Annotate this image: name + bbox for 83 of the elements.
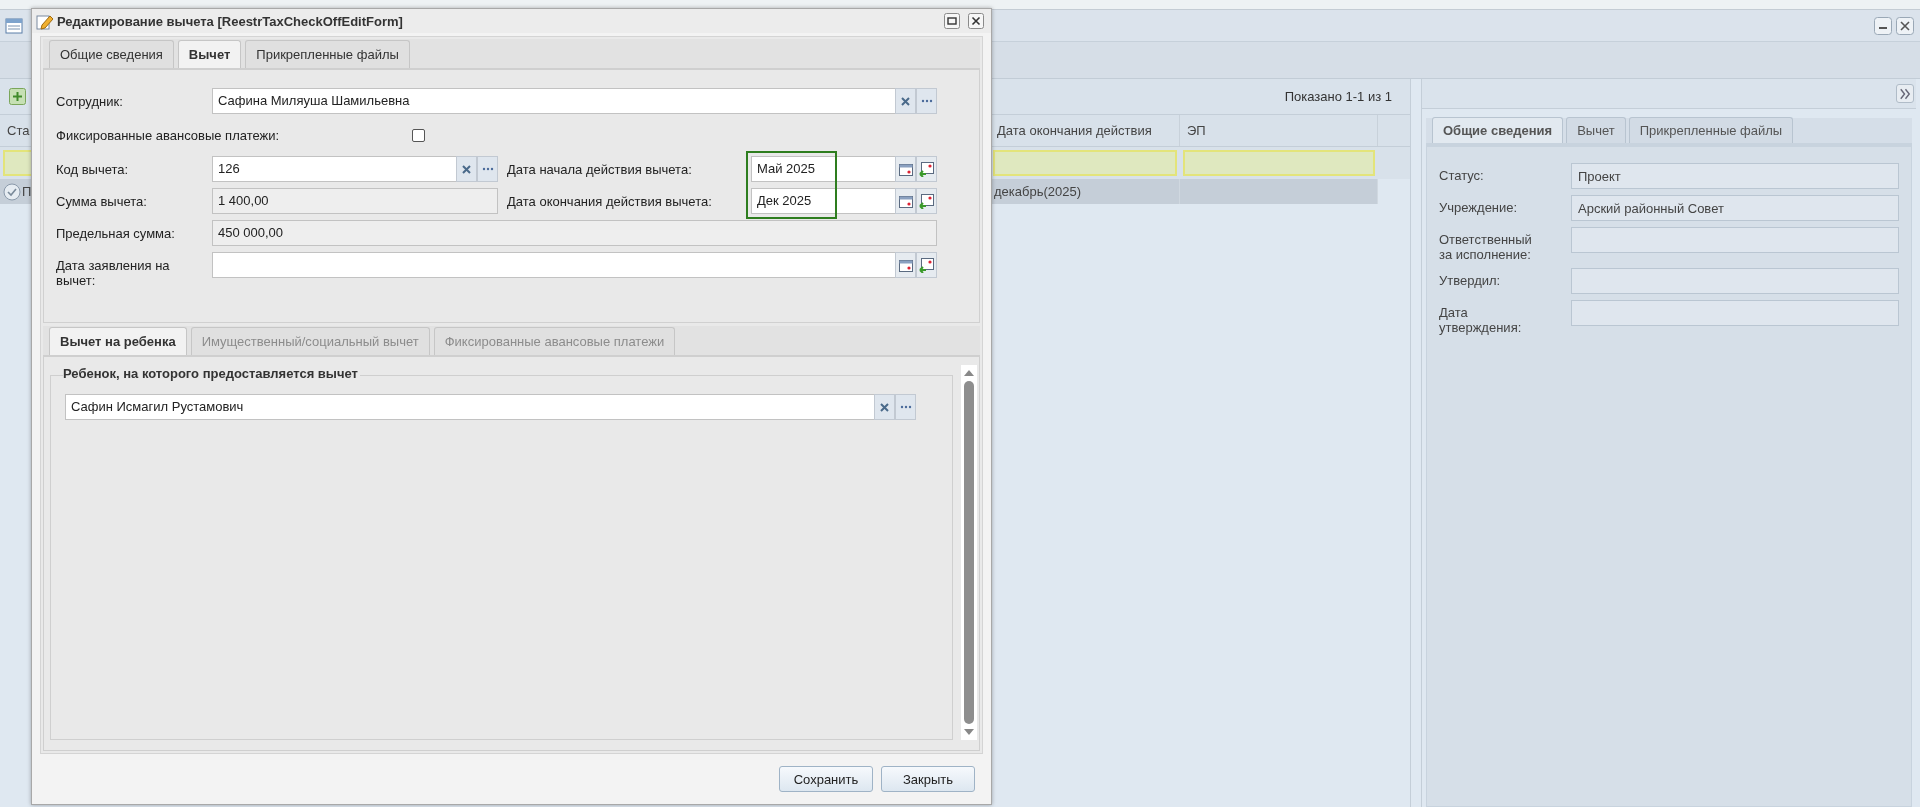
column-header[interactable]: ЭП — [1180, 115, 1378, 146]
clear-button[interactable] — [874, 394, 895, 420]
text-field[interactable] — [1571, 300, 1899, 326]
filter-field[interactable] — [993, 150, 1177, 176]
more-icon — [899, 405, 912, 409]
field-label: Предельная сумма: — [56, 225, 176, 243]
field-label: Дата утверждения: — [1439, 304, 1523, 335]
scrollbar[interactable] — [961, 365, 977, 740]
tab: Имущественный/социальный вычет — [190, 327, 430, 355]
table-cell: П — [22, 184, 32, 199]
tab[interactable]: Вычет — [177, 40, 242, 68]
tab[interactable]: Вычет на ребенка — [49, 327, 187, 355]
more-icon — [481, 167, 494, 171]
window-title: Редактирование вычета [ReestrTaxCheckOffEditForm] — [57, 13, 403, 29]
calendar-icon — [898, 194, 913, 208]
close-icon — [968, 13, 984, 29]
filter-field[interactable] — [1183, 150, 1375, 176]
close-button[interactable] — [1895, 15, 1915, 36]
text-field[interactable]: Сафина Миляуша Шамильевна — [212, 88, 895, 114]
text-field[interactable]: Дек 2025 — [751, 188, 895, 214]
calendar-button[interactable] — [895, 156, 916, 182]
text-field[interactable] — [212, 252, 895, 278]
dialog-button[interactable]: Закрыть — [881, 766, 975, 792]
tab[interactable]: Прикрепленные файлы — [1628, 117, 1794, 143]
scrollbar-thumb[interactable] — [964, 381, 974, 724]
tab[interactable]: Вычет — [1566, 117, 1626, 143]
paging-info: Показано 1-1 из 1 — [1284, 89, 1392, 104]
text-field[interactable]: Арский районный Совет — [1571, 195, 1899, 221]
clear-date-button[interactable] — [916, 252, 937, 278]
clear-date-button[interactable] — [916, 156, 937, 182]
field-label: Сумма вычета: — [56, 193, 148, 211]
edit-icon — [35, 12, 53, 30]
field-label: Сотрудник: — [56, 93, 124, 111]
tab[interactable]: Общие сведения — [1432, 117, 1564, 143]
text-field[interactable]: 126 — [212, 156, 456, 182]
field-label: Дата заявления на вычет: — [56, 257, 171, 288]
scroll-down-icon — [963, 728, 975, 736]
scroll-up-icon — [963, 369, 975, 377]
text-field[interactable] — [1571, 227, 1899, 253]
checkbox[interactable] — [412, 128, 425, 142]
add-button[interactable] — [8, 87, 26, 106]
calendar-icon — [898, 258, 913, 272]
tab: Фиксированные авансовые платежи — [433, 327, 676, 355]
field-label: Дата окончания действия вычета: — [507, 193, 713, 211]
expand-button[interactable] — [1896, 84, 1914, 103]
table-cell: декабрь(2025) — [994, 184, 1082, 199]
tab[interactable]: Прикрепленные файлы — [245, 40, 410, 68]
text-field[interactable]: Проект — [1571, 163, 1899, 189]
field-label: Код вычета: — [56, 161, 130, 179]
clear-icon — [901, 96, 910, 106]
text-field[interactable] — [1571, 268, 1899, 294]
clear-button[interactable] — [895, 88, 916, 114]
field-label: Дата начала действия вычета: — [507, 161, 693, 179]
select-button[interactable] — [895, 394, 916, 420]
field-label: Утвердил: — [1439, 272, 1502, 290]
close-button[interactable] — [966, 11, 986, 31]
field-label: Фиксированные авансовые платежи: — [56, 127, 281, 143]
select-button[interactable] — [916, 88, 937, 114]
window-icon — [5, 16, 23, 35]
tab[interactable]: Общие сведения — [49, 40, 174, 68]
calendar-button[interactable] — [895, 252, 916, 278]
field-label: Статус: — [1439, 167, 1485, 185]
close-icon — [1896, 16, 1914, 35]
check-circle-icon — [3, 182, 21, 201]
clear-button[interactable] — [456, 156, 477, 182]
clear-icon — [462, 164, 471, 174]
dialog-button[interactable]: Сохранить — [779, 766, 873, 792]
clear-date-button[interactable] — [916, 188, 937, 214]
maximize-button[interactable] — [942, 11, 962, 31]
clear-icon — [880, 402, 889, 412]
calendar-icon — [898, 162, 913, 176]
minimize-button[interactable] — [1873, 15, 1893, 36]
select-button[interactable] — [477, 156, 498, 182]
text-field[interactable]: Сафин Исмагил Рустамович — [65, 394, 874, 420]
minimize-icon — [1874, 16, 1892, 35]
calendar-button[interactable] — [895, 188, 916, 214]
maximize-icon — [944, 13, 960, 29]
group-title: Ребенок, на которого предоставляется вычет — [63, 366, 360, 381]
more-icon — [920, 99, 933, 103]
add-icon — [8, 88, 26, 105]
field-label: Учреждение: — [1439, 199, 1519, 217]
field-label: Ответственный за исполнение: — [1439, 231, 1533, 262]
text-field[interactable]: Май 2025 — [751, 156, 895, 182]
